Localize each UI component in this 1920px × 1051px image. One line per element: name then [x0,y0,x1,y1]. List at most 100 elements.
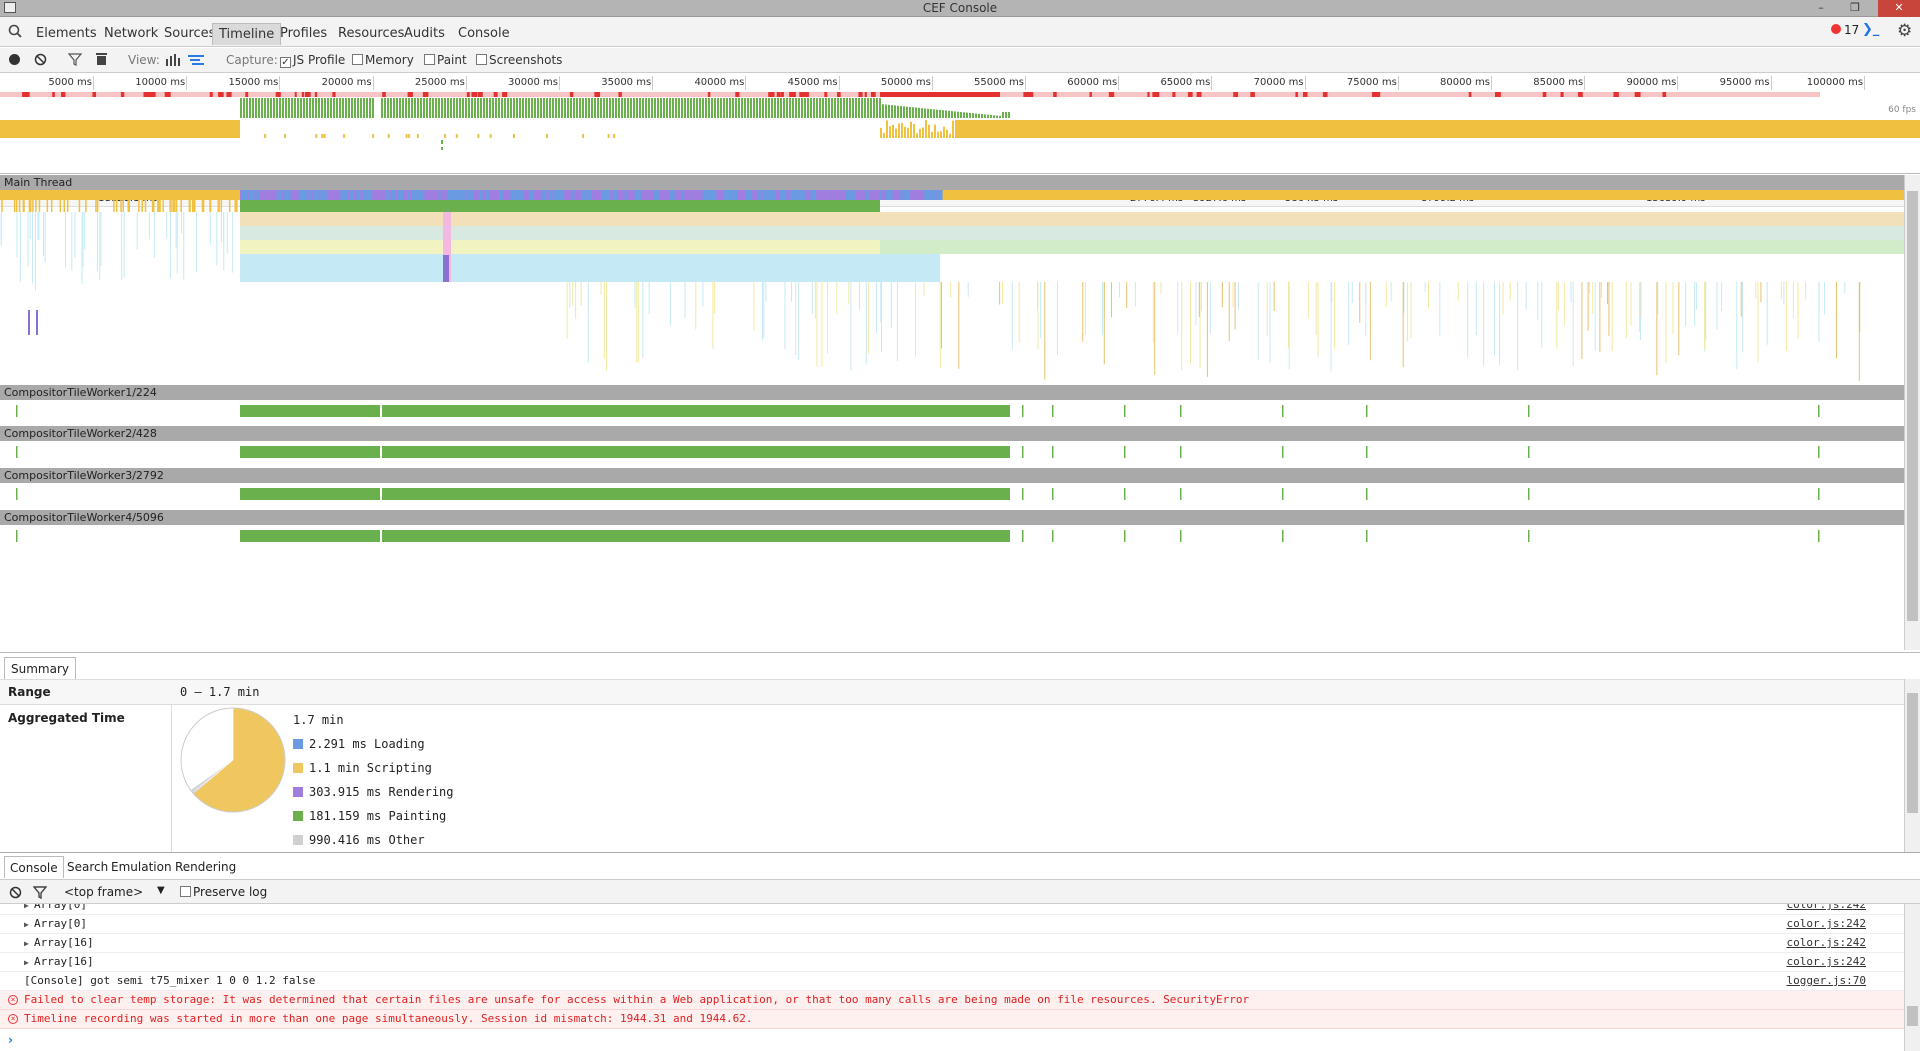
overview-tick: 85000 ms [1533,76,1587,90]
error-icon[interactable] [1831,24,1841,34]
paint-check-box[interactable] [424,54,435,65]
error-count[interactable]: 17 [1844,23,1859,37]
tab-audits[interactable]: Audits [398,23,451,45]
timeline-overview[interactable]: 5000 ms 10000 ms 15000 ms 20000 ms 25000 ms 3… [0,74,1920,174]
expand-triangle-icon[interactable]: ▶ [24,935,29,953]
filter-icon[interactable] [67,53,83,69]
tab-network[interactable]: Network [98,23,164,45]
record-icon[interactable] [9,54,20,65]
expand-triangle-icon[interactable]: ▶ [24,916,29,934]
summary-scrollbar[interactable] [1904,679,1920,853]
flame-chart-canvas[interactable] [0,175,1904,650]
console-message-text[interactable]: Array[16] [34,934,94,952]
flame-scroll-thumb[interactable] [1907,191,1918,621]
overview-graph[interactable] [0,90,1920,176]
early-slice [29,212,31,240]
console-scroll-thumb[interactable] [1907,1006,1918,1026]
overview-long-frame-mark [1634,92,1641,97]
trash-icon[interactable] [96,52,107,69]
console-drawer-icon[interactable]: ❯_ [1862,22,1879,37]
console-input[interactable] [24,1033,1894,1049]
flame-view-icon[interactable] [187,53,205,70]
maximize-button[interactable]: ❐ [1840,0,1870,17]
summary-tab[interactable]: Summary [4,657,76,679]
scripting-band [240,212,1904,226]
screenshots-checkbox[interactable]: Screenshots [476,52,562,68]
trailing-slice [572,282,574,306]
drawer-tab-emulation[interactable]: Emulation [106,856,177,878]
summary-scroll-thumb[interactable] [1907,693,1918,813]
screenshots-label: Screenshots [489,53,563,67]
overview-fps-bar [624,98,626,118]
console-filter-icon[interactable] [32,886,48,902]
console-message-text[interactable]: Array[0] [34,904,87,914]
screenshots-check-box[interactable] [476,54,487,65]
overview-fps-bar [318,98,320,118]
overview-cpu-bar [405,134,408,138]
overview-fps-bar [996,115,998,118]
overview-tick: 10000 ms [135,76,189,90]
overview-fps-bar [585,98,587,118]
trailing-slice [1757,282,1759,362]
console-message-source[interactable]: logger.js:70 [1787,972,1866,990]
early-slice [195,212,197,273]
early-slice [34,212,36,291]
settings-gear-icon[interactable]: ⚙ [1897,21,1912,41]
overview-cpu-bar [940,131,942,138]
frame-select-dropdown-icon[interactable]: ▼ [157,885,165,896]
console-scrollbar[interactable] [1904,904,1920,1051]
overview-fps-bar [729,98,731,118]
inspect-search-icon[interactable] [8,24,22,41]
overview-cpu-bar [910,121,912,138]
overview-fps-bar [966,112,968,118]
memory-checkbox[interactable]: Memory [352,52,414,68]
bar-view-icon[interactable] [165,53,181,70]
preserve-log-checkbox[interactable]: Preserve log [180,885,267,899]
console-clear-icon[interactable] [9,886,22,902]
worker-raster-mark [1366,488,1368,500]
clear-icon[interactable] [34,53,47,69]
expand-triangle-icon[interactable]: ▶ [24,904,29,915]
overview-fps-bar [675,98,677,118]
drawer-tab-rendering[interactable]: Rendering [170,856,241,878]
worker-raster-mark [1180,405,1182,417]
expand-triangle-icon[interactable]: ▶ [24,954,29,972]
js-profile-checkmark[interactable]: ✓ [280,57,291,68]
minimize-button[interactable]: – [1806,0,1836,17]
flame-chart[interactable]: 5000 ms10000 ms15000 ms20000 ms25000 ms3… [0,175,1904,650]
early-slice [96,200,99,212]
overview-fps-bar [858,98,860,118]
early-slice [19,212,21,282]
frame-select[interactable]: <top frame> [64,885,143,899]
overview-cpu-bar [907,127,909,138]
console-message-source[interactable]: color.js:242 [1787,953,1866,971]
trailing-slice [669,282,671,326]
console-message-text[interactable]: Array[0] [34,915,87,933]
console-message-source[interactable]: color.js:242 [1787,934,1866,952]
early-slice [162,200,164,212]
overview-tick: 35000 ms [601,76,655,90]
overview-long-frame-mark [1029,92,1034,97]
tab-elements[interactable]: Elements [30,23,103,45]
paint-checkbox[interactable]: Paint [424,52,467,68]
worker-raster-mark [1818,446,1820,458]
tab-profiles[interactable]: Profiles [274,23,333,45]
overview-fps-bar [252,98,254,118]
early-slice [209,200,212,212]
console-prompt-icon[interactable]: › [8,1033,13,1047]
tab-console[interactable]: Console [452,23,516,45]
trailing-slice [940,282,942,349]
memory-check-box[interactable] [352,54,363,65]
overview-tick-label: 30000 ms [508,77,558,88]
early-slice [166,212,168,238]
flame-scrollbar[interactable] [1904,175,1920,650]
console-message-text[interactable]: Array[16] [34,953,94,971]
console-message-source[interactable]: color.js:242 [1787,915,1866,933]
preserve-log-check-box[interactable] [180,886,191,897]
js-profile-checkbox[interactable]: ✓ JS Profile [280,52,345,68]
drawer-tab-console[interactable]: Console [4,856,64,878]
overview-cpu-bar [477,134,480,138]
console-message-source[interactable]: color.js:242 [1787,904,1866,914]
tab-timeline[interactable]: Timeline [212,23,282,45]
close-button[interactable]: ✕ [1878,0,1920,17]
